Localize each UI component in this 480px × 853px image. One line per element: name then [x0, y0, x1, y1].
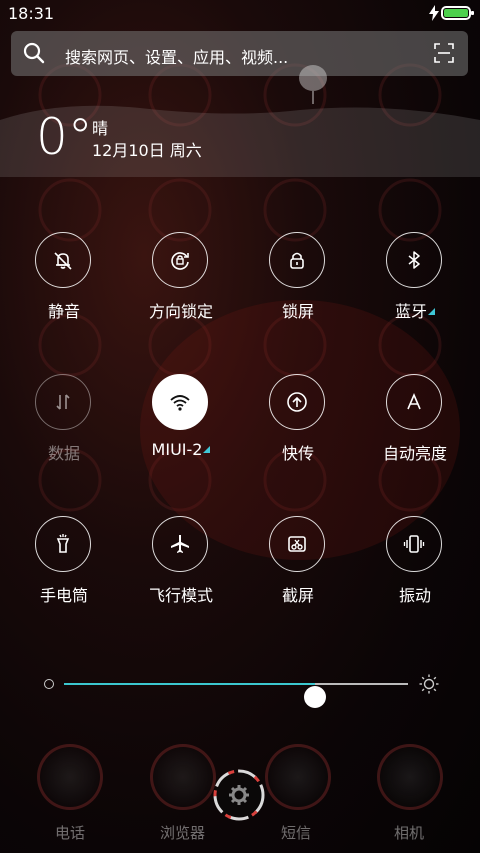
screenshot-icon — [288, 536, 306, 552]
browser-app-icon[interactable] — [150, 744, 216, 810]
phone-app-icon[interactable] — [37, 744, 103, 810]
toggle-label: MIUI-2 — [131, 440, 231, 459]
weather-date: 12月10日 周六 — [92, 141, 202, 160]
toggle-label: 锁屏 — [281, 302, 314, 321]
lock-screen-button[interactable] — [269, 232, 325, 288]
brightness-track[interactable] — [64, 683, 408, 708]
mobile-data-icon — [56, 394, 70, 410]
toggle-label: 方向锁定 — [148, 302, 213, 321]
battery-icon — [441, 6, 474, 20]
brightness-low-icon — [44, 679, 54, 689]
settings-gear-button[interactable] — [212, 768, 266, 822]
toggle-quick-share[interactable]: 快传 — [248, 374, 348, 474]
rotation-lock-button[interactable] — [152, 232, 208, 288]
toggle-label: 快传 — [281, 444, 314, 463]
lock-icon — [290, 252, 304, 269]
screenshot-button[interactable] — [269, 516, 325, 572]
dock-label-browser: 浏览器 — [160, 824, 206, 842]
brightness-high-icon — [419, 674, 439, 694]
brightness-thumb[interactable] — [304, 686, 327, 708]
temperature: 0° — [36, 108, 93, 166]
auto-brightness-icon — [407, 392, 421, 410]
toggle-label: 自动亮度 — [382, 444, 447, 463]
toggle-label: 数据 — [47, 444, 80, 463]
quick-share-button[interactable] — [269, 374, 325, 430]
auto-brightness-button[interactable] — [386, 374, 442, 430]
search-placeholder: 搜索网页、设置、应用、视频... — [65, 48, 289, 67]
wifi-button[interactable] — [152, 374, 208, 430]
messages-app-icon[interactable] — [265, 744, 331, 810]
dock-label-messages: 短信 — [281, 824, 312, 842]
bluetooth-icon — [408, 251, 420, 269]
toggle-label: 手电筒 — [39, 586, 88, 605]
weather-condition: 晴 — [92, 119, 109, 138]
wifi-label: MIUI-2 — [151, 440, 203, 459]
charging-icon — [429, 5, 439, 21]
search-icon — [23, 42, 45, 64]
toggle-label: 振动 — [398, 586, 431, 605]
dock-label-camera: 相机 — [394, 824, 425, 842]
toggle-label: 蓝牙 — [365, 298, 465, 322]
toggle-vibrate[interactable]: 振动 — [365, 516, 465, 616]
camera-app-icon[interactable] — [377, 744, 443, 810]
bluetooth-label: 蓝牙 — [394, 302, 427, 321]
bluetooth-button[interactable] — [386, 232, 442, 288]
mobile-data-button[interactable] — [35, 374, 91, 430]
share-icon — [287, 392, 307, 412]
toggle-flashlight[interactable]: 手电筒 — [14, 516, 114, 616]
rotation-lock-icon — [171, 252, 189, 270]
airplane-icon — [171, 535, 189, 553]
brightness-fill — [64, 683, 316, 685]
silent-button[interactable] — [35, 232, 91, 288]
airplane-button[interactable] — [152, 516, 208, 572]
scan-icon[interactable] — [434, 43, 454, 63]
toggle-label: 截屏 — [281, 586, 314, 605]
bell-off-icon — [54, 252, 72, 270]
toggle-auto-brightness[interactable]: 自动亮度 — [365, 374, 465, 474]
dock-label-phone: 电话 — [55, 824, 86, 842]
search-bar[interactable]: 搜索网页、设置、应用、视频... — [11, 31, 468, 76]
toggle-label: 飞行模式 — [148, 586, 213, 605]
toggle-silent[interactable]: 静音 — [14, 232, 114, 332]
flashlight-icon — [56, 534, 70, 553]
toggle-rotation-lock[interactable]: 方向锁定 — [131, 232, 231, 332]
wifi-icon — [170, 395, 190, 411]
toggle-mobile-data[interactable]: 数据 — [14, 374, 114, 474]
toggle-label: 静音 — [47, 302, 80, 321]
toggle-wifi[interactable]: MIUI-2 — [131, 374, 231, 474]
toggle-lock-screen[interactable]: 锁屏 — [248, 232, 348, 332]
expand-indicator-icon — [203, 446, 211, 453]
toggle-airplane[interactable]: 飞行模式 — [131, 516, 231, 616]
toggle-screenshot[interactable]: 截屏 — [248, 516, 348, 616]
expand-indicator-icon — [428, 308, 435, 315]
vibrate-icon — [403, 535, 425, 553]
vibrate-button[interactable] — [386, 516, 442, 572]
brightness-slider[interactable] — [40, 670, 440, 708]
clock: 18:31 — [8, 4, 55, 23]
cloud-icon — [299, 65, 327, 104]
status-bar: 18:31 — [0, 0, 480, 28]
flashlight-button[interactable] — [35, 516, 91, 572]
toggle-bluetooth[interactable]: 蓝牙 — [365, 232, 465, 332]
